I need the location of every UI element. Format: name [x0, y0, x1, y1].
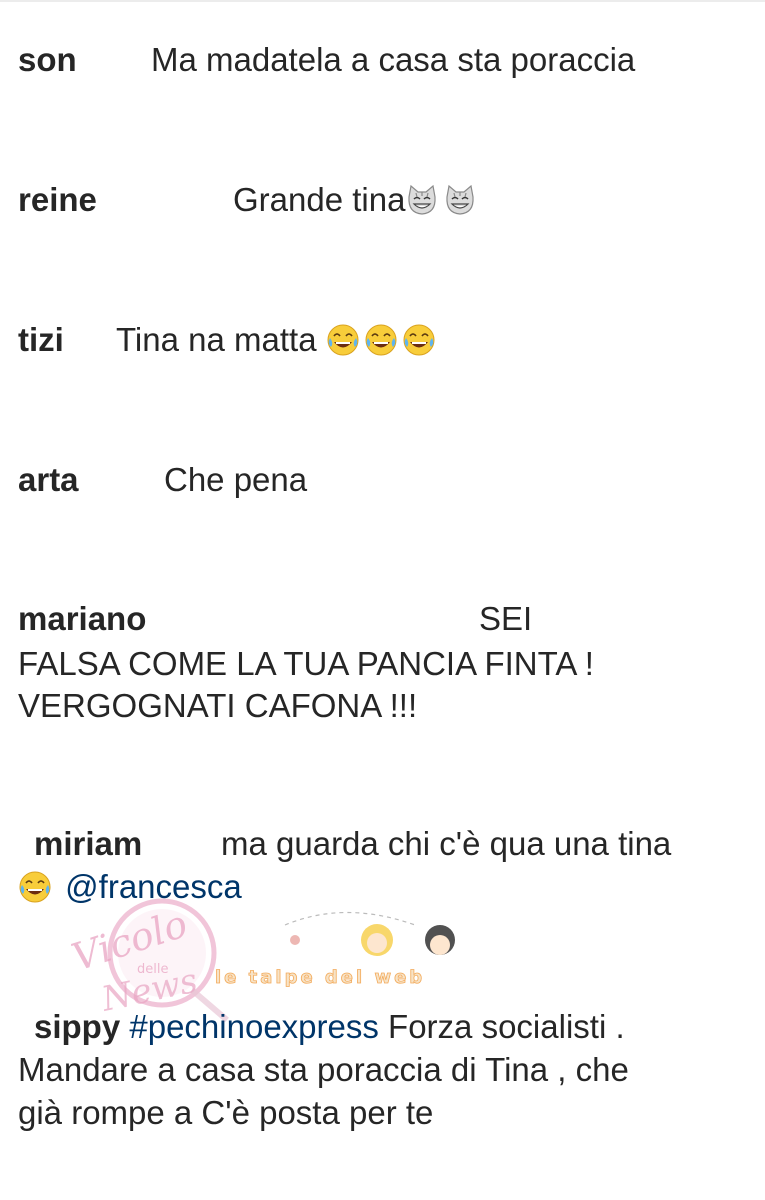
hashtag-link[interactable]: #pechinoexpress [129, 1008, 379, 1045]
comment-item: son [18, 37, 77, 83]
comment-text: Ma madatela a casa sta poraccia [151, 41, 636, 78]
comment-text-line: già rompe a C'è posta per te [18, 1094, 434, 1131]
comment-username[interactable]: tizi [18, 321, 64, 358]
comment-text-line: Mandare a casa sta poraccia di Tina , ch… [18, 1051, 629, 1088]
watermark-talpe-logo: le talpe del web [215, 911, 455, 988]
comment-text-row: Tina na matta [116, 317, 440, 363]
comment-text-line: SEI [479, 600, 533, 637]
tears-of-joy-icon [365, 324, 397, 356]
comment-text-line: FALSA COME LA TUA PANCIA FINTA ! [18, 645, 594, 682]
tears-of-joy-icon [403, 324, 435, 356]
comment-username[interactable]: sippy [34, 1008, 120, 1045]
grinning-cat-icon [446, 184, 475, 215]
comment-item: mariano [18, 596, 146, 642]
comment-text: Tina na matta [116, 321, 317, 358]
comment-username[interactable]: miriam [34, 825, 142, 862]
comment-username[interactable]: reine [18, 181, 97, 218]
comment-text-line: Forza socialisti . [388, 1008, 625, 1045]
comment-text-row: sippy #pechinoexpress Forza socialisti . [34, 1004, 625, 1050]
comment-item: reine [18, 177, 97, 223]
comment-item: arta [18, 457, 79, 503]
comment-text-row: Grande tina [233, 177, 481, 223]
comment-username[interactable]: mariano [18, 600, 146, 637]
comment-username[interactable]: son [18, 41, 77, 78]
comment-username[interactable]: arta [18, 461, 79, 498]
top-divider [0, 0, 765, 2]
comment-text: Grande tina [233, 181, 406, 218]
grinning-cat-icon [408, 184, 437, 215]
comment-text: Che pena [164, 461, 308, 498]
comment-text: ma guarda chi c'è qua una tina [221, 825, 672, 862]
comment-text-line: VERGOGNATI CAFONA !!! [18, 687, 418, 724]
watermark-text: le talpe del web [215, 967, 425, 988]
comment-item: tizi [18, 317, 64, 363]
comment-item: miriam [34, 821, 142, 867]
tears-of-joy-icon [327, 324, 359, 356]
